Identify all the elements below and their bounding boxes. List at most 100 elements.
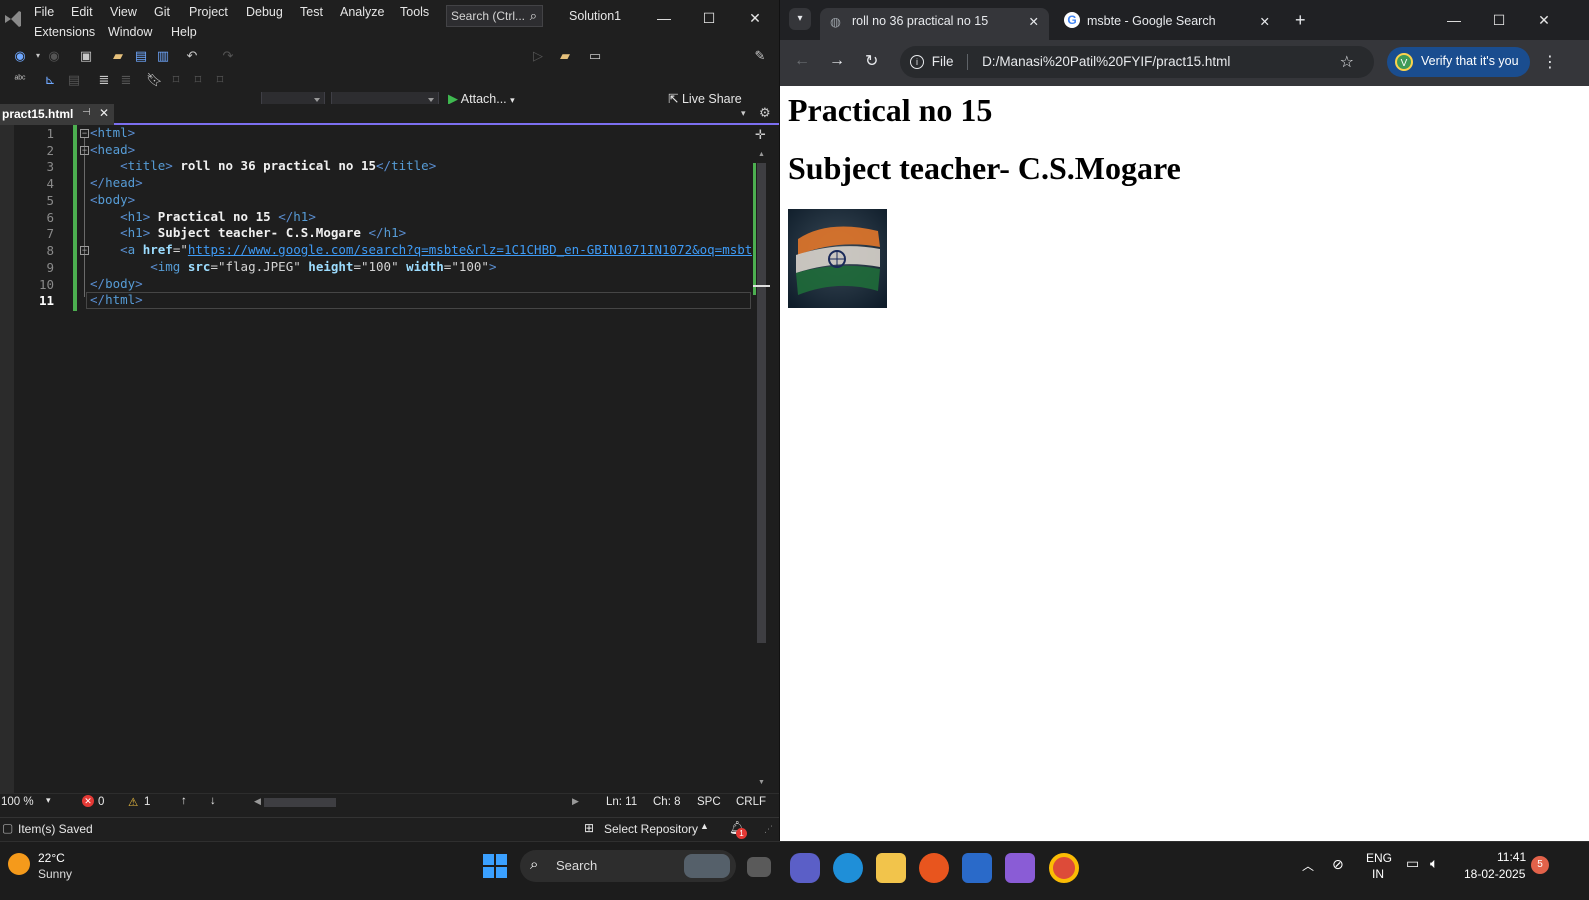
horizontal-scroll-thumb[interactable] <box>264 798 336 807</box>
menu-extensions[interactable]: Extensions <box>34 25 95 39</box>
chrome-minimize-icon[interactable]: — <box>1444 10 1464 30</box>
menu-tools[interactable]: Tools <box>400 5 429 19</box>
next-issue-icon[interactable]: ↓ <box>210 795 216 807</box>
file-explorer-icon[interactable] <box>876 853 906 883</box>
reload-icon[interactable]: ↻ <box>865 51 878 71</box>
line-indicator[interactable]: Ln: 11 <box>606 796 637 808</box>
undo-icon[interactable]: ↶ <box>184 48 200 64</box>
zoom-dropdown-icon[interactable]: ▾ <box>46 795 51 806</box>
format-icon[interactable]: ▤ <box>66 72 82 88</box>
forward-nav-icon[interactable]: ◉ <box>46 48 62 64</box>
vs-search-box[interactable]: Search (Ctrl... ⌕ <box>446 5 543 27</box>
chrome-menu-icon[interactable]: ⋮ <box>1542 52 1558 72</box>
bookmark-star-icon[interactable]: ☆ <box>1340 52 1354 72</box>
bookmark-icon[interactable]: 🔖︎ <box>146 72 163 88</box>
redo-icon[interactable]: ↷ <box>220 48 236 64</box>
language-bottom[interactable]: IN <box>1372 867 1384 881</box>
show-hidden-icons-icon[interactable]: ︿ <box>1302 857 1314 874</box>
error-count[interactable]: 0 <box>98 796 104 808</box>
menu-test[interactable]: Test <box>300 5 323 19</box>
prev-bookmark-icon[interactable]: ⌑ <box>168 72 184 88</box>
back-icon[interactable]: ← <box>794 52 810 70</box>
close-tab-icon[interactable]: ✕ <box>1260 14 1270 29</box>
tab-pract15-html[interactable]: pract15.html ⊣ ✕ <box>0 104 114 125</box>
clock-date[interactable]: 18-02-2025 <box>1464 867 1525 881</box>
info-icon[interactable]: i <box>910 55 924 70</box>
feedback-icon[interactable]: ✎ <box>752 48 768 64</box>
href-link[interactable]: https://www.google.com/search?q=msbte&rl… <box>188 242 752 257</box>
scroll-right-icon[interactable]: ▶ <box>572 796 579 807</box>
tab-search-icon[interactable]: ▾ <box>789 8 811 30</box>
menu-edit[interactable]: Edit <box>71 5 93 19</box>
code-editor[interactable]: 1 2 3 4 5 6 7 8 9 10 11 − − − <html> <he… <box>0 125 779 793</box>
error-icon[interactable]: ✕ <box>82 795 94 807</box>
zoom-level[interactable]: 100 % <box>1 796 34 808</box>
forward-icon[interactable]: → <box>829 52 845 70</box>
collapse-icon[interactable]: − <box>80 129 89 138</box>
weather-temp[interactable]: 22°C <box>38 851 65 865</box>
next-bookmark-icon[interactable]: ⌑ <box>190 72 206 88</box>
vs-close-icon[interactable]: ✕ <box>745 8 765 28</box>
folder-view-icon[interactable]: ▰ <box>557 48 573 64</box>
collapse-icon[interactable]: − <box>80 146 89 155</box>
chrome-tab-google[interactable]: G msbte - Google Search ✕ <box>1055 8 1280 40</box>
edge-icon[interactable] <box>833 853 863 883</box>
weather-sun-icon[interactable] <box>8 853 30 875</box>
back-nav-icon[interactable]: ◉ <box>12 48 28 64</box>
menu-view[interactable]: View <box>110 5 137 19</box>
column-indicator[interactable]: Ch: 8 <box>653 796 681 808</box>
select-element-icon[interactable]: ⊾ <box>42 72 58 88</box>
select-repository-button[interactable]: Select Repository <box>604 822 698 836</box>
new-tab-icon[interactable]: + <box>1295 10 1306 31</box>
flag-image-link[interactable] <box>788 209 887 308</box>
vs-minimize-icon[interactable]: — <box>654 8 674 28</box>
verify-identity-button[interactable]: V Verify that it's you <box>1387 47 1530 77</box>
microsoft-store-icon[interactable] <box>962 853 992 883</box>
chrome-tab-active[interactable]: ◍ roll no 36 practical no 15 ✕ <box>820 8 1049 40</box>
language-top[interactable]: ENG <box>1366 851 1392 865</box>
warning-icon[interactable]: ⚠ <box>128 795 138 809</box>
clear-bookmarks-icon[interactable]: ⌑ <box>212 72 228 88</box>
menu-debug[interactable]: Debug <box>246 5 283 19</box>
spell-check-icon[interactable]: ᵃᵇᶜ <box>12 72 28 88</box>
resize-grip-icon[interactable]: ⋰ <box>764 824 773 835</box>
menu-help[interactable]: Help <box>171 25 197 39</box>
vs-maximize-icon[interactable]: ☐ <box>699 8 719 28</box>
back-dropdown-icon[interactable]: ▾ <box>30 48 46 64</box>
windows-start-icon[interactable] <box>483 854 507 878</box>
outdent-icon[interactable]: ≣ <box>118 72 134 88</box>
close-tab-icon[interactable]: ✕ <box>1029 14 1039 29</box>
taskbar-search-box[interactable]: ⌕ Search <box>520 850 736 882</box>
weather-desc[interactable]: Sunny <box>38 867 72 881</box>
display-icon[interactable]: ▭ <box>1406 855 1419 872</box>
visual-studio-taskbar-icon[interactable] <box>1005 853 1035 883</box>
notification-count-badge[interactable]: 5 <box>1531 856 1549 874</box>
menu-window[interactable]: Window <box>108 25 152 39</box>
teams-chat-icon[interactable] <box>790 853 820 883</box>
menu-git[interactable]: Git <box>154 5 170 19</box>
split-editor-icon[interactable]: ✛ <box>755 127 766 143</box>
pin-icon[interactable]: ⊣ <box>82 107 91 118</box>
collapse-icon[interactable]: − <box>80 246 89 255</box>
close-tab-icon[interactable]: ✕ <box>99 106 109 120</box>
network-disconnected-icon[interactable]: ⊘ <box>1332 856 1344 873</box>
open-folder-icon[interactable]: ▰ <box>110 48 126 64</box>
start-without-debug-icon[interactable]: ▷ <box>530 48 546 64</box>
previous-issue-icon[interactable]: ↑ <box>181 795 187 807</box>
scroll-left-icon[interactable]: ◀ <box>254 796 261 807</box>
menu-file[interactable]: File <box>34 5 54 19</box>
chrome-taskbar-icon[interactable] <box>1049 853 1079 883</box>
menu-analyze[interactable]: Analyze <box>340 5 384 19</box>
firefox-icon[interactable] <box>919 853 949 883</box>
save-all-icon[interactable]: ▥ <box>155 48 171 64</box>
scroll-down-icon[interactable]: ▼ <box>758 779 765 786</box>
save-icon[interactable]: ▤ <box>133 48 149 64</box>
warning-count[interactable]: 1 <box>144 796 150 808</box>
indent-icon[interactable]: ≣ <box>96 72 112 88</box>
line-ending-indicator[interactable]: CRLF <box>736 796 766 808</box>
clock-time[interactable]: 11:41 <box>1497 850 1526 864</box>
tab-list-dropdown-icon[interactable]: ▾ <box>741 108 746 119</box>
output-icon[interactable]: ▢ <box>2 821 13 835</box>
layout-icon[interactable]: ▭ <box>587 48 603 64</box>
visual-studio-logo-icon[interactable] <box>3 8 23 30</box>
